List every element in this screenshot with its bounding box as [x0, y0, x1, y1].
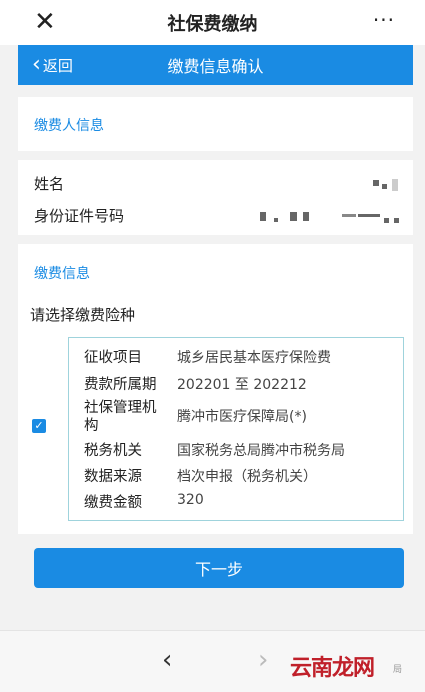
watermark-logo: 云南龙网: [290, 655, 375, 681]
app-title: 社保费缴纳: [167, 13, 258, 35]
detail-value: 国家税务总局腾冲市税务局: [177, 443, 345, 459]
page-nav-bar: ‹ 返回 缴费信息确认: [18, 45, 413, 85]
detail-label: 征收项目: [84, 350, 142, 366]
forward-arrow-icon[interactable]: ›: [258, 645, 268, 675]
app-header: ✕ 社保费缴纳 ···: [0, 0, 425, 45]
back-arrow-icon[interactable]: ‹: [162, 645, 172, 675]
payer-section-header: 缴费人信息: [18, 97, 413, 151]
detail-label: 税务机关: [84, 443, 142, 459]
payer-section-title: 缴费人信息: [34, 118, 104, 134]
detail-label: 缴费金额: [84, 495, 142, 511]
detail-value: 腾冲市医疗保障局(*): [177, 409, 307, 425]
detail-value: 档次申报（税务机关）: [177, 469, 317, 485]
chevron-left-icon: ‹: [32, 52, 41, 77]
choose-insurance-label: 请选择缴费险种: [30, 306, 136, 324]
id-label: 身份证件号码: [34, 207, 125, 225]
detail-label: 费款所属期: [84, 377, 157, 393]
watermark-small-text: 局: [393, 665, 403, 675]
close-icon[interactable]: ✕: [34, 8, 56, 36]
next-step-button[interactable]: 下一步: [34, 548, 404, 588]
detail-label: 社保管理机构: [84, 400, 157, 434]
back-button[interactable]: ‹ 返回: [32, 45, 73, 85]
detail-value: 202201 至 202212: [177, 377, 307, 393]
name-label: 姓名: [34, 175, 65, 193]
more-icon[interactable]: ···: [373, 8, 395, 32]
payer-info-card: 姓名 身份证件号码: [18, 160, 413, 235]
payment-section-title: 缴费信息: [34, 266, 90, 282]
detail-label: 数据来源: [84, 469, 142, 485]
page-title: 缴费信息确认: [167, 57, 264, 76]
detail-value: 城乡居民基本医疗保险费: [177, 350, 331, 366]
insurance-option-card[interactable]: 征收项目 城乡居民基本医疗保险费 费款所属期 202201 至 202212 社…: [68, 337, 404, 521]
insurance-checkbox[interactable]: ✓: [32, 419, 46, 433]
detail-value: 320: [177, 492, 204, 508]
back-label: 返回: [42, 56, 73, 75]
